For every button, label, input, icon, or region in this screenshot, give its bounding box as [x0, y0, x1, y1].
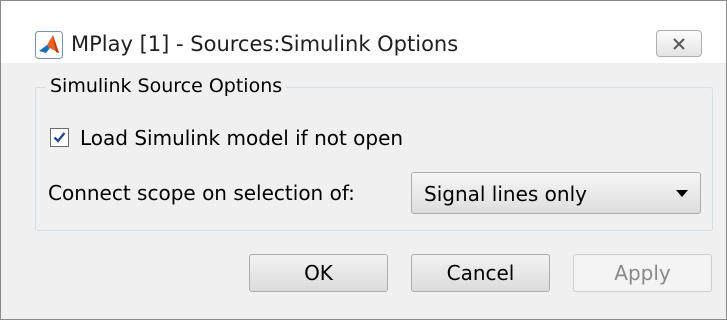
title-bar[interactable]: MPlay [1] - Sources:Simulink Options: [1, 1, 726, 63]
connect-scope-label: Connect scope on selection of:: [48, 181, 355, 205]
ok-button[interactable]: OK: [249, 254, 388, 292]
close-button[interactable]: [656, 30, 702, 57]
window-title: MPlay [1] - Sources:Simulink Options: [71, 32, 459, 56]
dialog-window: MPlay [1] - Sources:Simulink Options Sim…: [0, 0, 727, 320]
connect-scope-value: Signal lines only: [424, 182, 587, 206]
dropdown-arrow-icon: [676, 190, 688, 197]
load-model-checkbox[interactable]: [50, 128, 69, 147]
connect-scope-dropdown[interactable]: Signal lines only: [411, 172, 701, 214]
load-model-label[interactable]: Load Simulink model if not open: [80, 126, 403, 150]
checkmark-icon: [53, 132, 66, 143]
close-icon: [673, 37, 685, 50]
matlab-icon: [35, 31, 63, 59]
apply-button[interactable]: Apply: [573, 254, 712, 292]
cancel-button[interactable]: Cancel: [411, 254, 550, 292]
group-legend: Simulink Source Options: [46, 75, 287, 97]
